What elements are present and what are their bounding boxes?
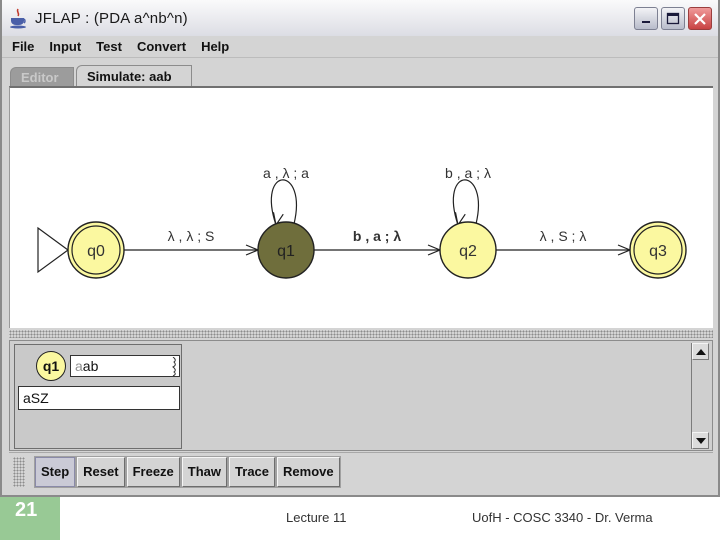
menu-file[interactable]: File bbox=[12, 39, 34, 54]
remove-button[interactable]: Remove bbox=[276, 455, 341, 488]
reset-button[interactable]: Reset bbox=[76, 455, 126, 488]
vertical-scrollbar[interactable] bbox=[691, 343, 709, 449]
menu-test[interactable]: Test bbox=[96, 39, 122, 54]
close-icon bbox=[694, 12, 706, 25]
java-coffee-icon bbox=[10, 8, 26, 29]
arrow-down-icon bbox=[695, 437, 706, 444]
jflap-window: JFLAP : (PDA a^nb^n) File Input Test Con… bbox=[0, 0, 720, 497]
transition-label-q2-q2: b , a ; λ bbox=[445, 165, 491, 181]
menu-help[interactable]: Help bbox=[201, 39, 229, 54]
state-label-q2: q2 bbox=[459, 243, 477, 260]
transition-label-q2-q3: λ , S ; λ bbox=[540, 228, 587, 244]
transition-label-q1-q2: b , a ; λ bbox=[353, 228, 401, 244]
configuration-panel: q1 a ab aSZ bbox=[9, 340, 713, 451]
minimize-icon bbox=[642, 20, 650, 23]
input-tape: a ab bbox=[70, 355, 180, 377]
close-button[interactable] bbox=[688, 7, 712, 30]
step-button[interactable]: Step bbox=[33, 455, 77, 488]
current-state-badge: q1 bbox=[36, 351, 66, 381]
state-label-q1: q1 bbox=[277, 243, 295, 260]
transition-label-q1-q1: a , λ ; a bbox=[263, 165, 309, 181]
menu-bar: File Input Test Convert Help bbox=[2, 36, 718, 58]
stack-contents: aSZ bbox=[18, 386, 180, 410]
window-title: JFLAP : (PDA a^nb^n) bbox=[35, 9, 188, 27]
state-label-q3: q3 bbox=[649, 243, 667, 260]
automaton-diagram: λ , λ ; S a , λ ; a b , a ; λ b , a ; λ λ , … bbox=[37, 165, 687, 279]
maximize-button[interactable] bbox=[661, 7, 685, 30]
state-label-q0: q0 bbox=[87, 243, 105, 260]
thaw-button[interactable]: Thaw bbox=[180, 455, 229, 488]
transition-label-q0-q1: λ , λ ; S bbox=[168, 228, 215, 244]
configuration-card[interactable]: q1 a ab aSZ bbox=[14, 344, 182, 449]
scroll-up-button[interactable] bbox=[692, 343, 709, 360]
scroll-down-button[interactable] bbox=[692, 432, 709, 449]
lecture-label: Lecture 11 bbox=[286, 510, 347, 525]
menu-input[interactable]: Input bbox=[49, 39, 81, 54]
simulation-toolbar: Step Reset Freeze Thaw Trace Remove bbox=[9, 452, 713, 490]
menu-convert[interactable]: Convert bbox=[137, 39, 186, 54]
tab-strip: Editor Simulate: aab bbox=[10, 64, 192, 86]
course-credit: UofH - COSC 3340 - Dr. Verma bbox=[472, 510, 653, 525]
initial-state-marker-icon bbox=[37, 226, 70, 274]
consumed-input: a bbox=[75, 358, 83, 374]
maximize-icon bbox=[666, 12, 680, 24]
toolbar-grip[interactable] bbox=[13, 456, 25, 487]
slide-number: 21 bbox=[0, 497, 60, 540]
torn-edge-icon bbox=[172, 357, 176, 376]
automaton-canvas[interactable]: λ , λ ; S a , λ ; a b , a ; λ b , a ; λ λ , … bbox=[9, 86, 713, 328]
tab-simulate[interactable]: Simulate: aab bbox=[76, 65, 192, 86]
minimize-button[interactable] bbox=[634, 7, 658, 30]
trace-button[interactable]: Trace bbox=[228, 455, 277, 488]
tab-editor[interactable]: Editor bbox=[10, 67, 74, 86]
freeze-button[interactable]: Freeze bbox=[125, 455, 181, 488]
remaining-input: ab bbox=[82, 358, 99, 374]
split-pane-divider[interactable] bbox=[9, 330, 713, 338]
title-bar: JFLAP : (PDA a^nb^n) bbox=[2, 0, 718, 36]
arrow-up-icon bbox=[695, 348, 706, 355]
